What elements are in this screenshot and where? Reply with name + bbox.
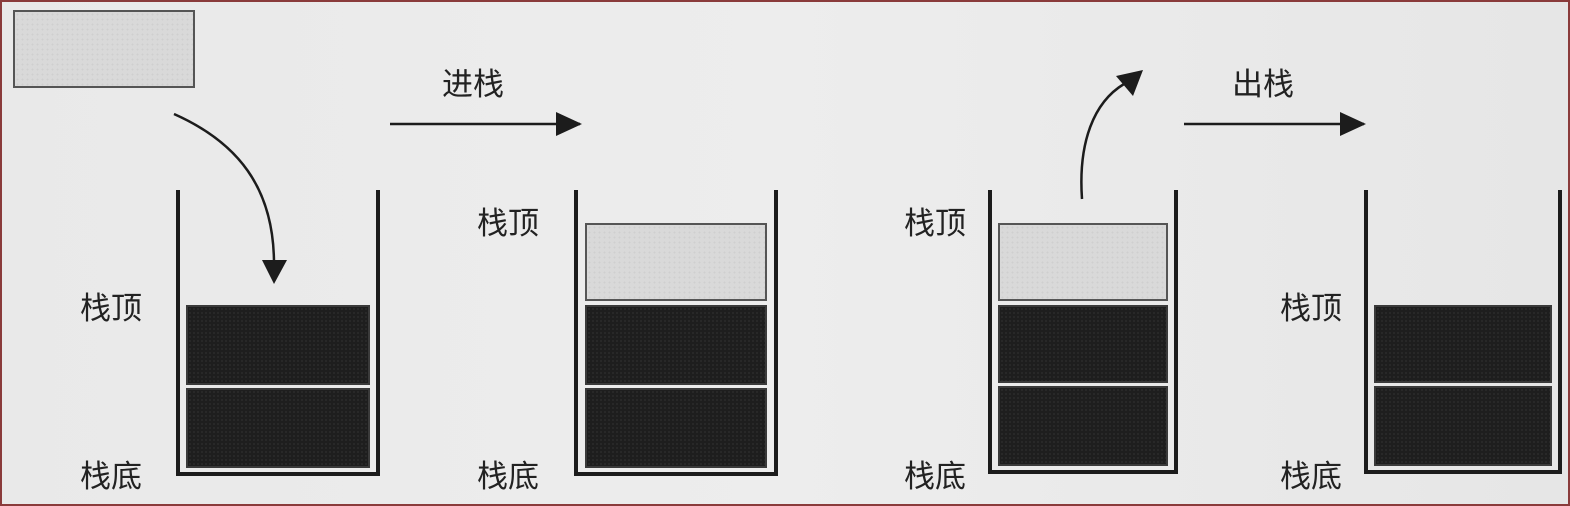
stack-3-bottom-label: 栈底 [904, 459, 966, 495]
stack-4-element-2 [1374, 305, 1552, 383]
stack-3-element-3 [998, 223, 1168, 301]
stack-3-element-1 [998, 386, 1168, 466]
stack-1-element-2 [186, 305, 370, 385]
stack-1-bottom-label: 栈底 [80, 459, 142, 495]
stack-2-element-3 [585, 223, 767, 301]
push-label: 进栈 [442, 67, 504, 103]
diagram-canvas: 进栈 出栈 栈顶 栈底 栈顶 栈底 栈顶 栈底 栈顶 栈底 [0, 0, 1570, 506]
stack-2-top-label: 栈顶 [477, 206, 539, 242]
lift-out-arrowhead [1116, 70, 1143, 96]
pop-label: 出栈 [1232, 67, 1294, 103]
stack-3-top-label: 栈顶 [904, 206, 966, 242]
stack-2-bottom-label: 栈底 [477, 459, 539, 495]
incoming-element [13, 10, 195, 88]
stack-4-top-label: 栈顶 [1280, 291, 1342, 327]
stack-1-top-label: 栈顶 [80, 291, 142, 327]
stack-2-element-1 [585, 388, 767, 468]
stack-1-element-1 [186, 388, 370, 468]
stack-4-bottom-label: 栈底 [1280, 459, 1342, 495]
stack-3-element-2 [998, 305, 1168, 383]
stack-2-element-2 [585, 305, 767, 385]
lift-out-arrow [1080, 82, 1125, 200]
stack-4-element-1 [1374, 386, 1552, 466]
